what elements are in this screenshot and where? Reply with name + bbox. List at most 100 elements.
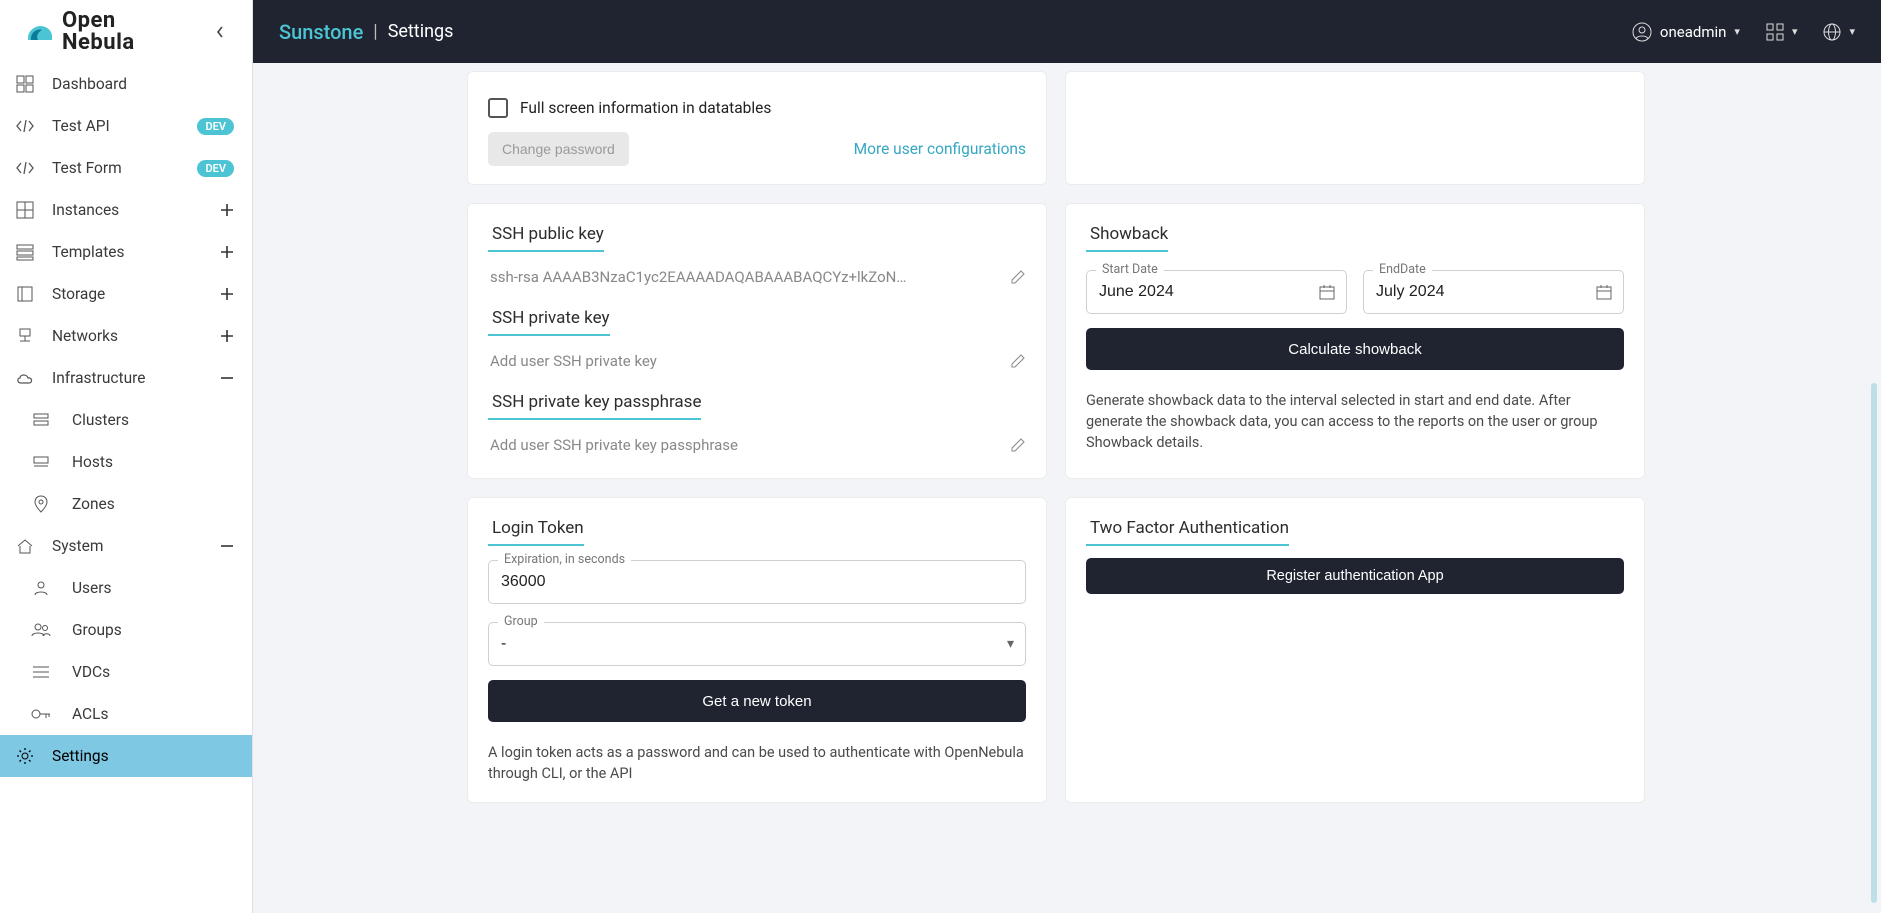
- key-icon: [28, 708, 54, 720]
- plus-icon: [220, 329, 234, 343]
- sidebar-item-label: Dashboard: [52, 75, 234, 93]
- logo-icon: [24, 16, 56, 48]
- logo: Open Nebula: [24, 10, 135, 54]
- showback-card: Showback Start Date EndDate: [1065, 203, 1645, 479]
- chevron-down-icon: ▾: [1849, 25, 1855, 38]
- plus-icon: [220, 287, 234, 301]
- sidebar-item-label: VDCs: [72, 663, 234, 681]
- sidebar-item-groups[interactable]: Groups: [0, 609, 252, 651]
- checkbox-label: Full screen information in datatables: [520, 99, 771, 117]
- sidebar-item-label: Zones: [72, 495, 234, 513]
- ssh-card: SSH public key ssh-rsa AAAAB3NzaC1yc2EAA…: [467, 203, 1047, 479]
- change-password-button[interactable]: Change password: [488, 132, 629, 166]
- breadcrumb-divider: |: [373, 21, 377, 42]
- user-circle-icon: [1632, 22, 1652, 42]
- sidebar-item-hosts[interactable]: Hosts: [0, 441, 252, 483]
- plus-icon: [220, 245, 234, 259]
- sidebar-item-storage[interactable]: Storage: [0, 273, 252, 315]
- brand-title: Sunstone: [279, 20, 363, 44]
- login-token-helper: A login token acts as a password and can…: [488, 742, 1026, 784]
- sidebar-item-system[interactable]: System: [0, 525, 252, 567]
- pencil-icon[interactable]: [1010, 437, 1026, 453]
- sidebar-item-label: Test Form: [52, 159, 197, 177]
- pencil-icon[interactable]: [1010, 269, 1026, 285]
- user-menu[interactable]: oneadmin ▾: [1632, 22, 1740, 42]
- more-configurations-link[interactable]: More user configurations: [854, 140, 1026, 158]
- ssh-public-title: SSH public key: [488, 222, 604, 252]
- apps-menu[interactable]: ▾: [1766, 23, 1798, 41]
- group-select[interactable]: [488, 622, 1026, 666]
- start-date-label: Start Date: [1096, 262, 1164, 277]
- dashboard-icon: [12, 75, 38, 93]
- pencil-icon[interactable]: [1010, 353, 1026, 369]
- minus-icon: [220, 371, 234, 385]
- sidebar-item-settings[interactable]: Settings: [0, 735, 252, 777]
- sidebar-item-networks[interactable]: Networks: [0, 315, 252, 357]
- sidebar: Open Nebula Dashboard Test API DEV: [0, 0, 253, 913]
- zone-menu[interactable]: ▾: [1823, 23, 1855, 41]
- sidebar-item-users[interactable]: Users: [0, 567, 252, 609]
- sidebar-item-zones[interactable]: Zones: [0, 483, 252, 525]
- topbar: Sunstone | Settings oneadmin ▾ ▾ ▾: [253, 0, 1881, 63]
- apps-grid-icon: [1766, 23, 1784, 41]
- sidebar-item-infrastructure[interactable]: Infrastructure: [0, 357, 252, 399]
- sidebar-item-dashboard[interactable]: Dashboard: [0, 63, 252, 105]
- sidebar-item-label: Storage: [52, 285, 220, 303]
- cloud-icon: [12, 371, 38, 385]
- storage-icon: [12, 285, 38, 303]
- network-icon: [12, 327, 38, 345]
- dev-badge: DEV: [197, 160, 234, 177]
- gear-icon: [12, 747, 38, 765]
- ssh-private-placeholder: Add user SSH private key: [490, 352, 1000, 370]
- tfa-card: Two Factor Authentication Register authe…: [1065, 497, 1645, 803]
- sidebar-item-test-api[interactable]: Test API DEV: [0, 105, 252, 147]
- sidebar-item-label: Test API: [52, 117, 197, 135]
- content-area: Full screen information in datatables Ch…: [253, 63, 1881, 913]
- group-icon: [28, 623, 54, 637]
- sidebar-collapse-button[interactable]: [206, 18, 234, 46]
- minus-icon: [220, 539, 234, 553]
- sidebar-item-label: System: [52, 537, 220, 555]
- ssh-passphrase-placeholder: Add user SSH private key passphrase: [490, 436, 1000, 454]
- code-icon: [12, 119, 38, 133]
- templates-icon: [12, 243, 38, 261]
- clusters-icon: [28, 412, 54, 428]
- page-title: Settings: [388, 21, 454, 42]
- sidebar-item-label: Infrastructure: [52, 369, 220, 387]
- sidebar-item-vdcs[interactable]: VDCs: [0, 651, 252, 693]
- sidebar-item-label: ACLs: [72, 705, 234, 723]
- login-token-title: Login Token: [488, 516, 584, 546]
- user-icon: [28, 580, 54, 596]
- hosts-icon: [28, 455, 54, 469]
- user-settings-card: Full screen information in datatables Ch…: [467, 71, 1047, 185]
- sidebar-item-test-form[interactable]: Test Form DEV: [0, 147, 252, 189]
- sidebar-item-instances[interactable]: Instances: [0, 189, 252, 231]
- calculate-showback-button[interactable]: Calculate showback: [1086, 328, 1624, 370]
- get-token-button[interactable]: Get a new token: [488, 680, 1026, 722]
- ssh-passphrase-title: SSH private key passphrase: [488, 390, 701, 420]
- register-app-button[interactable]: Register authentication App: [1086, 558, 1624, 594]
- globe-icon: [1823, 23, 1841, 41]
- sidebar-item-acls[interactable]: ACLs: [0, 693, 252, 735]
- user-name: oneadmin: [1660, 23, 1727, 41]
- code-icon: [12, 161, 38, 175]
- dev-badge: DEV: [197, 118, 234, 135]
- sidebar-item-label: Settings: [52, 747, 234, 765]
- scrollbar[interactable]: [1871, 383, 1877, 903]
- login-token-card: Login Token Expiration, in seconds Group…: [467, 497, 1047, 803]
- end-date-label: EndDate: [1373, 262, 1432, 277]
- sidebar-item-templates[interactable]: Templates: [0, 231, 252, 273]
- sidebar-item-clusters[interactable]: Clusters: [0, 399, 252, 441]
- group-label: Group: [498, 614, 544, 629]
- ssh-public-value: ssh-rsa AAAAB3NzaC1yc2EAAAADAQABAAABAQCY…: [490, 268, 1000, 286]
- fullscreen-checkbox[interactable]: [488, 98, 508, 118]
- sidebar-item-label: Clusters: [72, 411, 234, 429]
- showback-title: Showback: [1086, 222, 1168, 252]
- chevron-down-icon: ▾: [1792, 25, 1798, 38]
- empty-card: [1065, 71, 1645, 185]
- expiration-label: Expiration, in seconds: [498, 552, 631, 567]
- sidebar-item-label: Hosts: [72, 453, 234, 471]
- list-icon: [28, 665, 54, 679]
- pin-icon: [28, 495, 54, 513]
- showback-helper: Generate showback data to the interval s…: [1086, 390, 1624, 453]
